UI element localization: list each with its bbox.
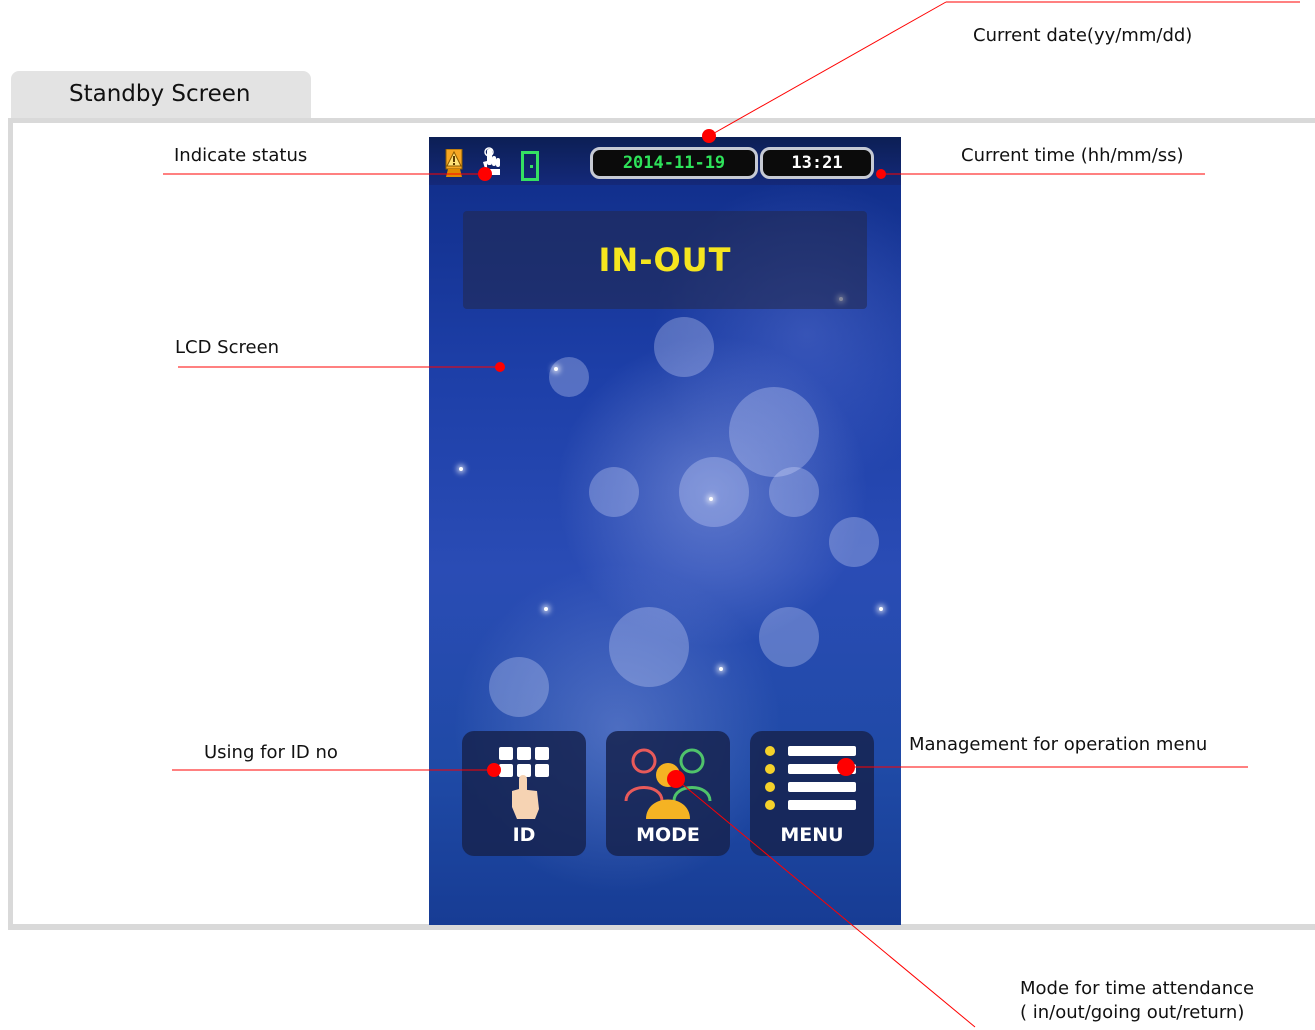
id-button-label: ID: [512, 824, 536, 846]
menu-marker: [837, 758, 855, 776]
mode-callout-line1: Mode for time attendance: [1020, 978, 1255, 999]
lcd-screen: 2014-11-19 13:21 IN-OUT ID MODE MENU: [429, 137, 901, 925]
mode-banner: IN-OUT: [463, 211, 867, 309]
time-callout: Current time (hh/mm/ss): [961, 145, 1184, 166]
bokeh-light: [769, 467, 819, 517]
date-callout: Current date(yy/mm/dd): [973, 25, 1193, 46]
menu-list-icon: [765, 746, 856, 810]
status-marker: [478, 167, 492, 181]
sparkle: [459, 467, 463, 471]
sparkle: [719, 667, 723, 671]
door-icon: [521, 151, 539, 181]
sparkle: [554, 367, 558, 371]
id-callout: Using for ID no: [204, 742, 338, 763]
date-marker: [702, 129, 716, 143]
id-button[interactable]: ID: [462, 731, 586, 856]
mode-button[interactable]: MODE: [606, 731, 730, 856]
keypad-icon: [499, 747, 549, 819]
warning-icon: [445, 149, 463, 177]
bokeh-light: [759, 607, 819, 667]
bokeh-light: [489, 657, 549, 717]
tab-title: Standby Screen: [69, 81, 251, 107]
bokeh-light: [654, 317, 714, 377]
status-bar: 2014-11-19 13:21: [429, 137, 901, 185]
bokeh-light: [679, 457, 749, 527]
menu-button-label: MENU: [780, 824, 844, 846]
date-leader: [708, 1, 947, 137]
standby-screen-tab: Standby Screen: [11, 71, 311, 119]
mode-callout-line2: ( in/out/going out/return): [1020, 1002, 1245, 1023]
date-display: 2014-11-19: [590, 147, 758, 179]
bokeh-light: [729, 387, 819, 477]
time-marker: [876, 169, 886, 179]
mode-marker: [667, 770, 685, 788]
mode-button-label: MODE: [636, 824, 700, 846]
menu-button[interactable]: MENU: [750, 731, 874, 856]
id-marker: [487, 763, 501, 777]
sparkle: [709, 497, 713, 501]
sparkle: [879, 607, 883, 611]
bokeh-light: [549, 357, 589, 397]
menu-callout: Management for operation menu: [909, 734, 1208, 755]
lcd-marker: [495, 362, 505, 372]
bokeh-light: [609, 607, 689, 687]
lcd-callout: LCD Screen: [175, 337, 280, 358]
sparkle: [544, 607, 548, 611]
status-callout: Indicate status: [174, 145, 308, 166]
bokeh-light: [829, 517, 879, 567]
time-display: 13:21: [760, 147, 874, 179]
bokeh-light: [589, 467, 639, 517]
